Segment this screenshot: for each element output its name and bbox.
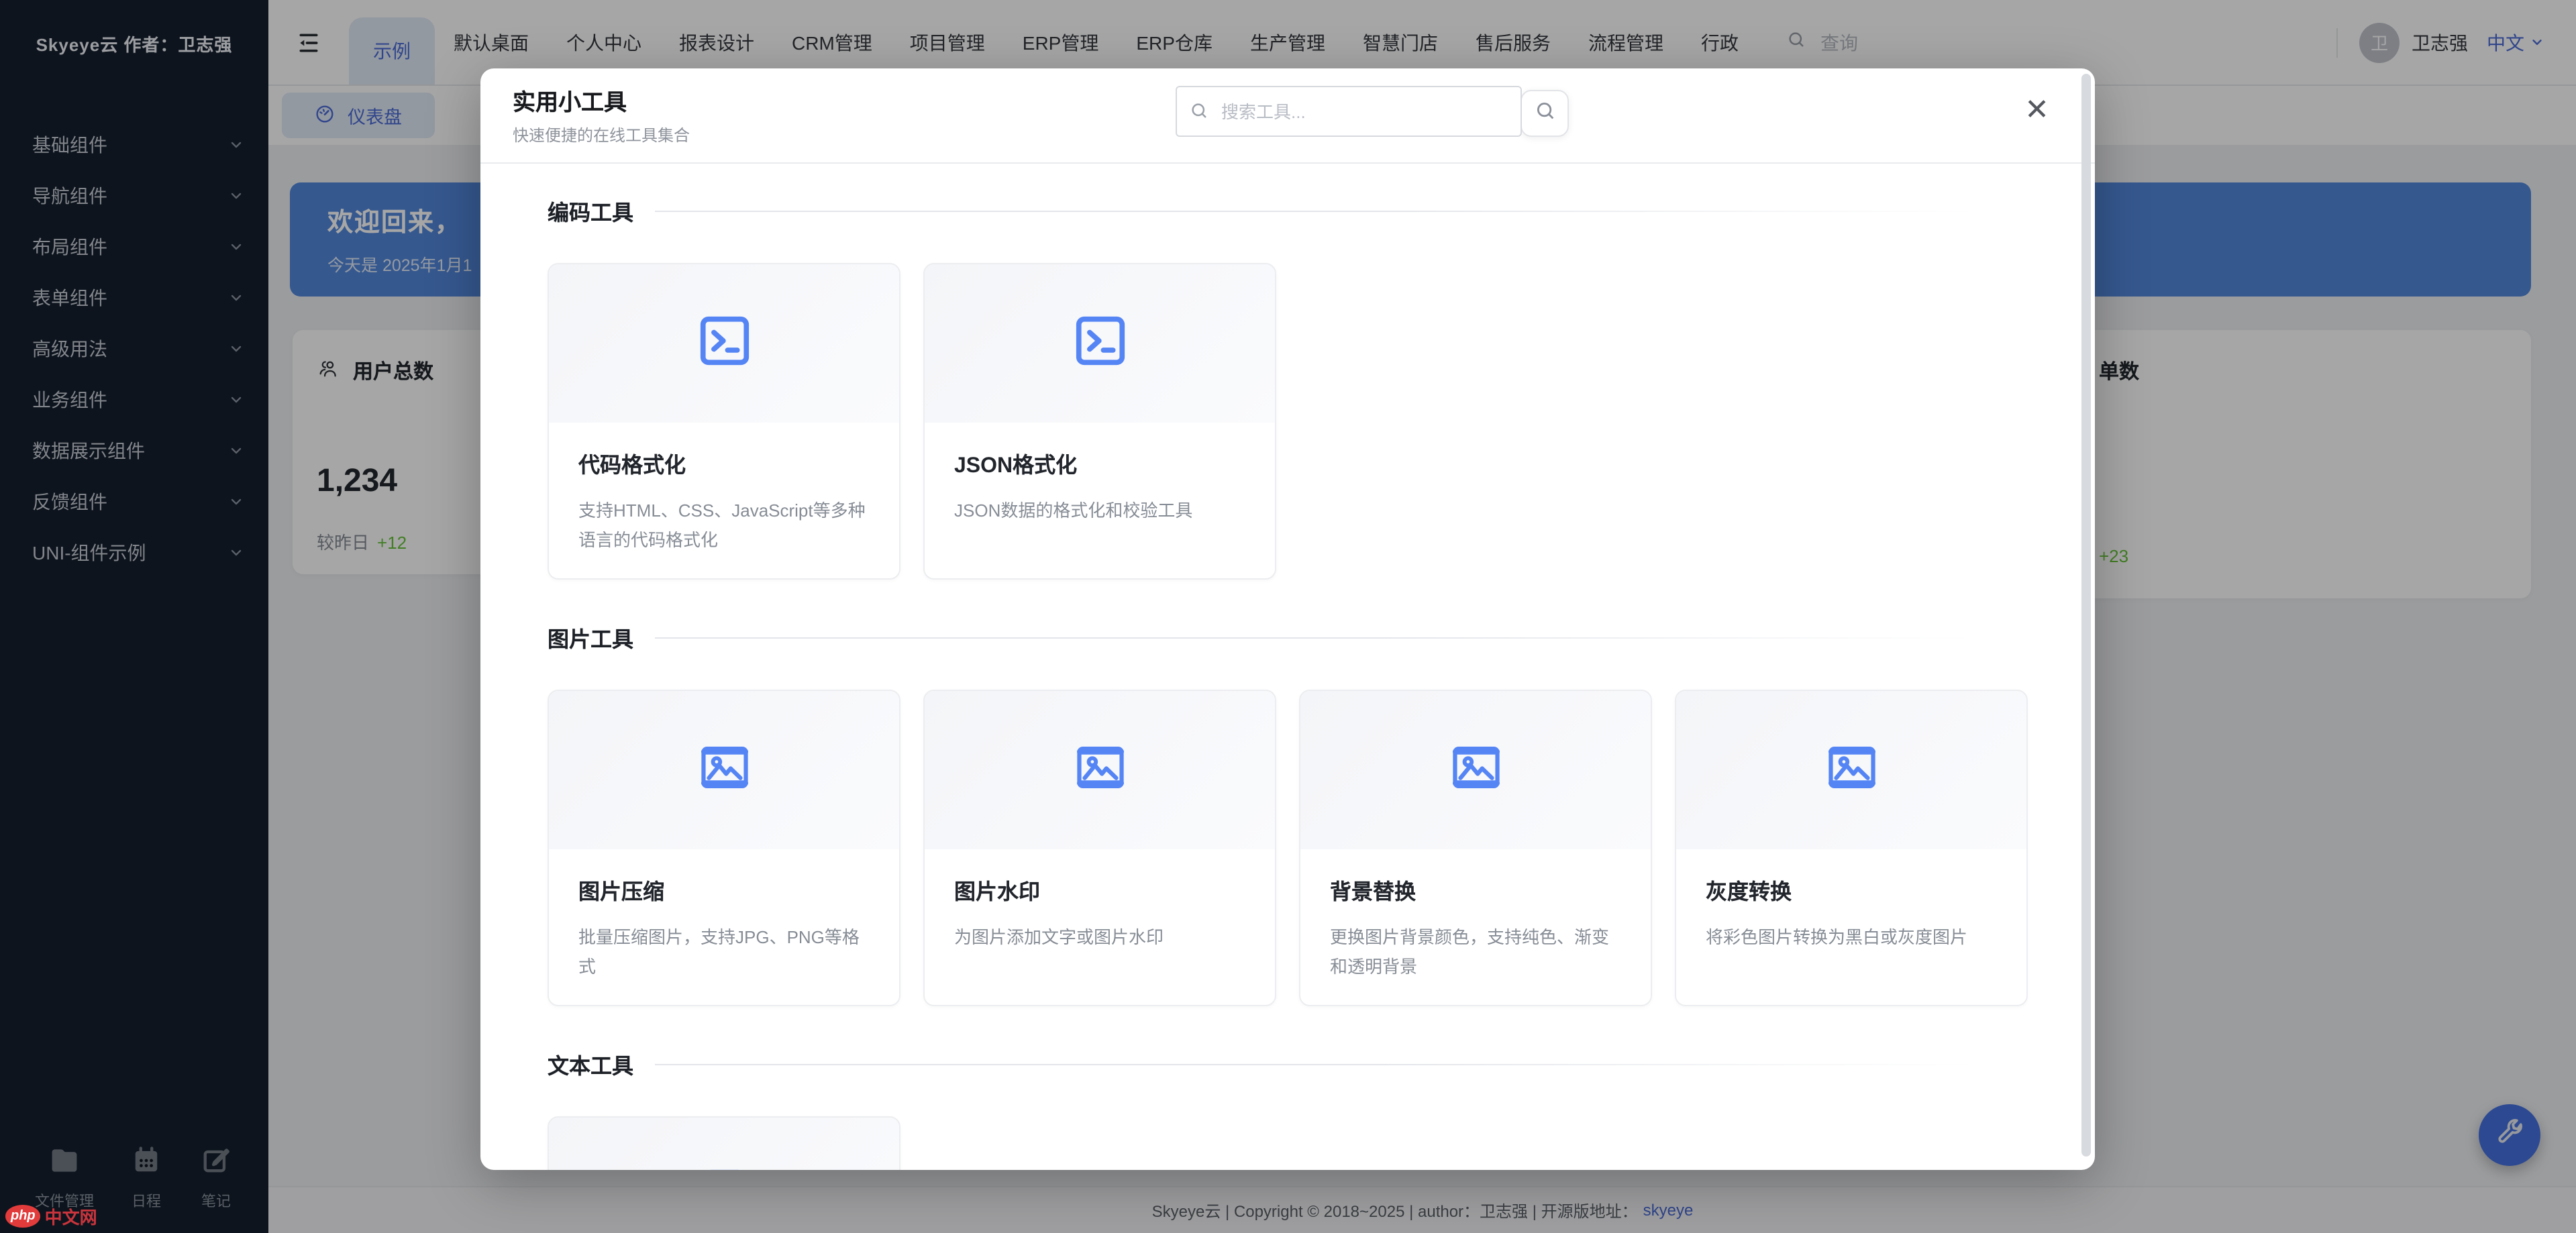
section-image-tools: 图片工具 图片压缩 批量压缩图片，支持JPG、PNG等格式 xyxy=(548,623,2028,1006)
section-header: 编码工具 xyxy=(548,196,2028,225)
file-text-icon xyxy=(694,1164,754,1170)
tool-card-background-replace[interactable]: 背景替换 更换图片背景颜色，支持纯色、渐变和透明背景 xyxy=(1299,690,1652,1006)
close-icon[interactable]: ✕ xyxy=(2024,95,2049,125)
watermark: php 中文网 xyxy=(5,1203,97,1229)
modal-body: 编码工具 代码格式化 支持HTML、CSS、JavaScript等多种语言的代码… xyxy=(480,164,2095,1170)
watermark-text: 中文网 xyxy=(45,1203,97,1229)
tool-description: 批量压缩图片，支持JPG、PNG等格式 xyxy=(578,923,870,981)
tool-icon-area xyxy=(925,264,1275,423)
image-icon xyxy=(694,737,754,803)
modal-search xyxy=(1176,86,1569,137)
php-logo: php xyxy=(5,1205,41,1228)
tool-info: 图片压缩 批量压缩图片，支持JPG、PNG等格式 xyxy=(549,849,899,981)
section-title: 文本工具 xyxy=(548,1048,633,1080)
tool-info: JSON格式化 JSON数据的格式化和校验工具 xyxy=(925,423,1275,526)
tool-info: 图片水印 为图片添加文字或图片水印 xyxy=(925,849,1275,953)
tools-grid: 代码格式化 支持HTML、CSS、JavaScript等多种语言的代码格式化 J… xyxy=(548,263,2028,580)
tool-description: 为图片添加文字或图片水印 xyxy=(954,923,1245,953)
tool-icon-area xyxy=(549,691,899,849)
modal-scrollbar[interactable] xyxy=(2081,74,2091,1157)
tool-card-image-compress[interactable]: 图片压缩 批量压缩图片，支持JPG、PNG等格式 xyxy=(548,690,900,1006)
tool-name: 图片水印 xyxy=(954,873,1245,906)
tool-info: 背景替换 更换图片背景颜色，支持纯色、渐变和透明背景 xyxy=(1300,849,1651,981)
divider xyxy=(655,210,1974,211)
tool-info: 代码格式化 支持HTML、CSS、JavaScript等多种语言的代码格式化 xyxy=(549,423,899,555)
modal-search-input[interactable] xyxy=(1176,86,1522,137)
section-header: 图片工具 xyxy=(548,623,2028,652)
tool-description: JSON数据的格式化和校验工具 xyxy=(954,496,1245,526)
modal-title: 实用小工具 xyxy=(513,83,627,117)
section-coding-tools: 编码工具 代码格式化 支持HTML、CSS、JavaScript等多种语言的代码… xyxy=(548,196,2028,580)
tool-icon-area xyxy=(1676,691,2026,849)
terminal-icon xyxy=(694,311,754,376)
image-icon xyxy=(1822,737,1881,803)
section-text-tools: 文本工具 xyxy=(548,1049,2028,1170)
tool-card-json-format[interactable]: JSON格式化 JSON数据的格式化和校验工具 xyxy=(923,263,1276,580)
tool-icon-area xyxy=(549,1118,899,1170)
search-icon xyxy=(1533,99,1556,128)
image-icon xyxy=(1446,737,1505,803)
modal-header: 实用小工具 快速便捷的在线工具集合 ✕ xyxy=(480,68,2095,164)
search-icon xyxy=(1189,101,1209,121)
divider xyxy=(655,637,1974,638)
modal-search-input-wrap xyxy=(1176,86,1522,137)
section-header: 文本工具 xyxy=(548,1049,2028,1079)
divider xyxy=(655,1063,1974,1065)
tool-name: 灰度转换 xyxy=(1706,873,1997,906)
tools-grid: 图片压缩 批量压缩图片，支持JPG、PNG等格式 图片水印 为图片添加文字或图片… xyxy=(548,690,2028,1006)
tool-info: 灰度转换 将彩色图片转换为黑白或灰度图片 xyxy=(1676,849,2026,953)
tool-name: 图片压缩 xyxy=(578,873,870,906)
tool-name: 代码格式化 xyxy=(578,447,870,479)
tool-name: JSON格式化 xyxy=(954,447,1245,479)
tool-card-partial[interactable] xyxy=(548,1116,900,1170)
section-title: 图片工具 xyxy=(548,621,633,653)
modal-subtitle: 快速便捷的在线工具集合 xyxy=(513,123,690,146)
tool-icon-area xyxy=(925,691,1275,849)
tool-card-code-format[interactable]: 代码格式化 支持HTML、CSS、JavaScript等多种语言的代码格式化 xyxy=(548,263,900,580)
section-title: 编码工具 xyxy=(548,195,633,227)
tools-grid xyxy=(548,1116,2028,1170)
image-icon xyxy=(1070,737,1129,803)
tool-description: 将彩色图片转换为黑白或灰度图片 xyxy=(1706,923,1997,953)
terminal-icon xyxy=(1070,311,1129,376)
tools-modal: 实用小工具 快速便捷的在线工具集合 ✕ 编码工具 xyxy=(480,68,2095,1170)
tool-card-image-watermark[interactable]: 图片水印 为图片添加文字或图片水印 xyxy=(923,690,1276,1006)
tool-card-grayscale[interactable]: 灰度转换 将彩色图片转换为黑白或灰度图片 xyxy=(1675,690,2028,1006)
tool-icon-area xyxy=(1300,691,1651,849)
tool-icon-area xyxy=(549,264,899,423)
tool-description: 支持HTML、CSS、JavaScript等多种语言的代码格式化 xyxy=(578,496,870,555)
modal-search-button[interactable] xyxy=(1521,90,1569,137)
tool-description: 更换图片背景颜色，支持纯色、渐变和透明背景 xyxy=(1330,923,1621,981)
tool-name: 背景替换 xyxy=(1330,873,1621,906)
app-root: Skyeye云 作者：卫志强 基础组件 导航组件 布局组件 表单组件 高级用法 xyxy=(0,0,2576,1233)
